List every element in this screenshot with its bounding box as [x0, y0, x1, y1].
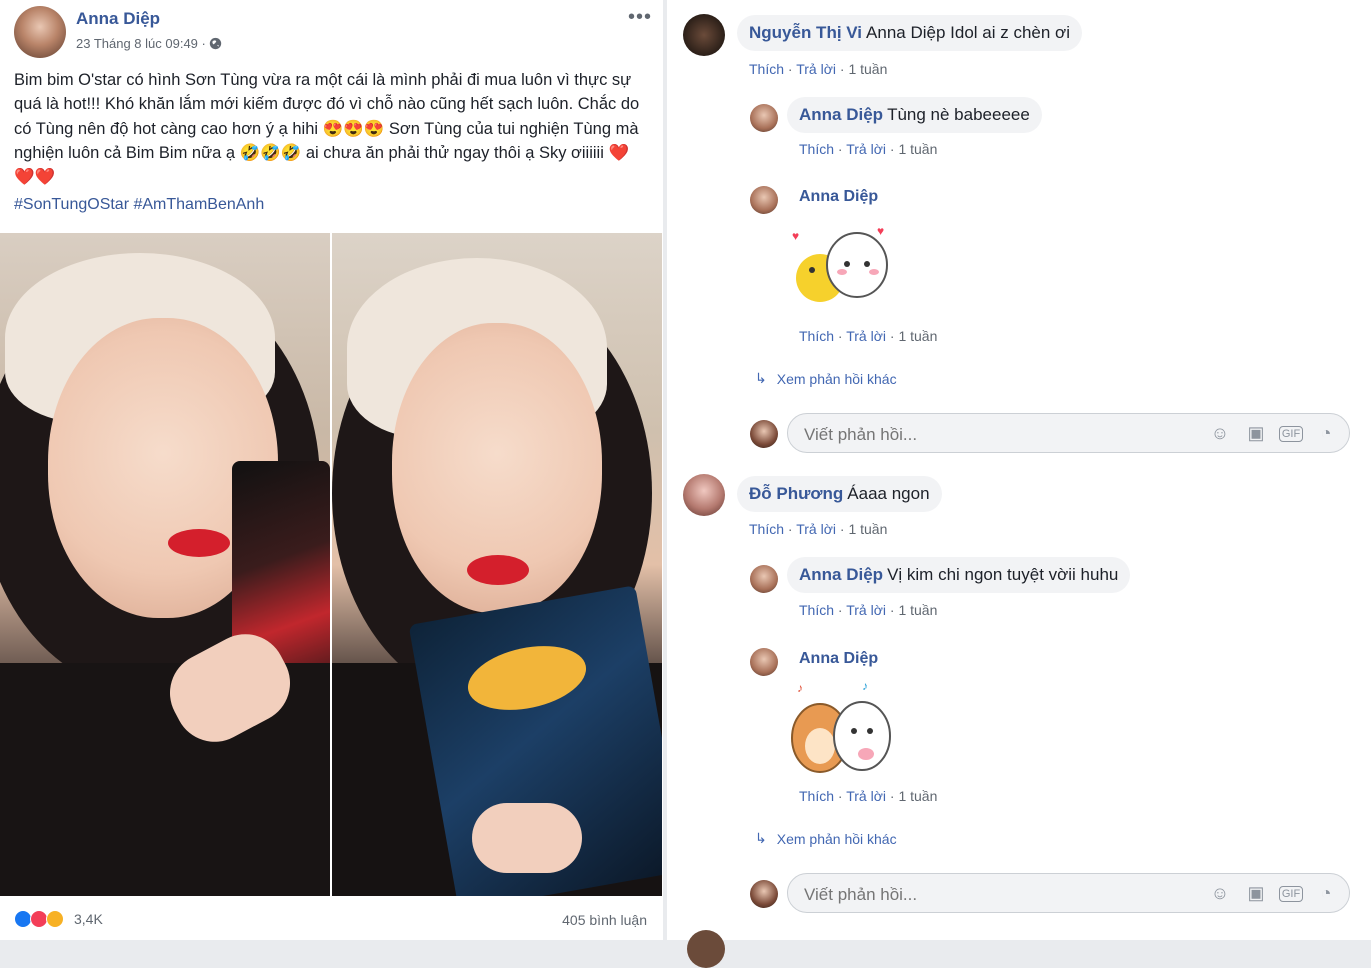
comment-author[interactable]: Nguyễn Thị Vi [749, 23, 862, 42]
sticker-icon[interactable]: ◔ [1315, 423, 1337, 443]
commenter-avatar[interactable] [683, 14, 725, 56]
emoji-icon[interactable]: ☺ [1209, 423, 1231, 443]
reply-link[interactable]: Trả lời [846, 788, 886, 804]
svg-text:♥: ♥ [792, 229, 799, 243]
comment-count[interactable]: 405 bình luận [562, 912, 647, 928]
reply-time[interactable]: 1 tuần [898, 141, 937, 157]
reply-actions: Thích · Trả lời · 1 tuần [799, 602, 938, 618]
like-link[interactable]: Thích [799, 602, 834, 618]
like-link[interactable]: Thích [799, 141, 834, 157]
comment-text: Anna Diệp Idol ai z chèn ơi [866, 23, 1070, 42]
reply-bubble: Anna Diệp Vị kim chi ngon tuyệt vờii huhu [787, 557, 1131, 593]
view-more-replies-label: Xem phản hồi khác [776, 830, 897, 847]
like-link[interactable]: Thích [799, 328, 834, 344]
view-more-replies[interactable]: ↳ Xem phản hồi khác [755, 370, 897, 387]
post-options-button[interactable]: ••• [628, 6, 652, 29]
post-photo-2[interactable] [332, 233, 662, 896]
wow-reaction-icon [46, 910, 64, 928]
svg-text:♥: ♥ [877, 224, 884, 238]
reply-author[interactable]: Anna Diệp [799, 188, 878, 206]
current-user-avatar [750, 880, 778, 908]
svg-text:♪: ♪ [797, 681, 803, 695]
camera-icon[interactable]: ▣ [1245, 423, 1267, 443]
comment-time[interactable]: 1 tuần [848, 521, 887, 537]
reply-time[interactable]: 1 tuần [898, 602, 937, 618]
post-reactions[interactable]: 3,4K [14, 910, 103, 928]
comment-actions: Thích · Trả lời · 1 tuần [749, 521, 888, 537]
like-link[interactable]: Thích [799, 788, 834, 804]
reply-box: ☺ ▣ GIF ◔ [787, 873, 1350, 913]
camera-icon[interactable]: ▣ [1245, 883, 1267, 903]
current-user-avatar [750, 420, 778, 448]
gif-icon[interactable]: GIF [1279, 426, 1303, 442]
post-card: Anna Diệp 23 Tháng 8 lúc 09:49 · ••• Bim… [0, 0, 663, 940]
comment-author[interactable]: Đỗ Phương [749, 484, 843, 503]
reply-author[interactable]: Anna Diệp [799, 565, 883, 584]
reply-actions: Thích · Trả lời · 1 tuần [799, 328, 938, 344]
reply-link[interactable]: Trả lời [796, 521, 836, 537]
reply-avatar[interactable] [750, 648, 778, 676]
view-more-replies[interactable]: ↳ Xem phản hồi khác [755, 830, 897, 847]
commenter-avatar[interactable] [687, 930, 725, 968]
post-meta: 23 Tháng 8 lúc 09:49 · [76, 36, 222, 51]
sticker-icon[interactable]: ◔ [1315, 883, 1337, 903]
sticker-image[interactable]: ♥ ♥ [782, 220, 897, 320]
reply-box: ☺ ▣ GIF ◔ [787, 413, 1350, 453]
post-photo-1[interactable] [0, 233, 330, 896]
photo-hand [472, 803, 582, 873]
reply-actions: Thích · Trả lời · 1 tuần [799, 788, 938, 804]
svg-text:♪: ♪ [862, 679, 868, 693]
like-link[interactable]: Thích [749, 61, 784, 77]
comments-panel: Nguyễn Thị Vi Anna Diệp Idol ai z chèn ơi… [667, 0, 1371, 968]
reply-time[interactable]: 1 tuần [898, 328, 937, 344]
reply-time[interactable]: 1 tuần [898, 788, 937, 804]
reply-text: Tùng nè babeeeee [887, 105, 1030, 124]
reply-arrow-icon: ↳ [755, 370, 767, 386]
reaction-count: 3,4K [74, 911, 103, 927]
reply-actions: Thích · Trả lời · 1 tuần [799, 141, 938, 157]
comment-time[interactable]: 1 tuần [848, 61, 887, 77]
photo-lips [467, 555, 529, 585]
reply-avatar[interactable] [750, 104, 778, 132]
sticker-image[interactable]: ♪ ♪ [782, 676, 902, 786]
reply-link[interactable]: Trả lời [846, 602, 886, 618]
comment-bubble: Đỗ Phương Áaaa ngon [737, 476, 942, 512]
post-author-name[interactable]: Anna Diệp [76, 9, 160, 29]
commenter-avatar[interactable] [683, 474, 725, 516]
post-hashtags[interactable]: #SonTungOStar #AmThamBenAnh [14, 196, 264, 214]
like-link[interactable]: Thích [749, 521, 784, 537]
reply-bubble: Anna Diệp Tùng nè babeeeee [787, 97, 1042, 133]
reply-input[interactable] [802, 884, 1186, 906]
reply-author[interactable]: Anna Diệp [799, 650, 878, 668]
post-author-avatar[interactable] [14, 6, 66, 58]
globe-icon [210, 37, 222, 50]
comment-bubble: Nguyễn Thị Vi Anna Diệp Idol ai z chèn ơi [737, 15, 1082, 51]
reply-link[interactable]: Trả lời [796, 61, 836, 77]
post-text: Bim bim O'star có hình Sơn Tùng vừa ra m… [14, 71, 640, 187]
post-timestamp[interactable]: 23 Tháng 8 lúc 09:49 · [76, 36, 209, 51]
emoji-icon[interactable]: ☺ [1209, 883, 1231, 903]
photo-lips [168, 529, 230, 557]
reply-avatar[interactable] [750, 565, 778, 593]
reply-arrow-icon: ↳ [755, 830, 767, 846]
view-more-replies-label: Xem phản hồi khác [776, 370, 897, 387]
reply-input[interactable] [802, 424, 1186, 446]
reply-link[interactable]: Trả lời [846, 328, 886, 344]
reply-link[interactable]: Trả lời [846, 141, 886, 157]
comment-actions: Thích · Trả lời · 1 tuần [749, 61, 888, 77]
reply-avatar[interactable] [750, 186, 778, 214]
reply-author[interactable]: Anna Diệp [799, 105, 883, 124]
reply-text: Vị kim chi ngon tuyệt vờii huhu [887, 565, 1119, 584]
gif-icon[interactable]: GIF [1279, 886, 1303, 902]
comment-text: Áaaa ngon [847, 484, 930, 503]
